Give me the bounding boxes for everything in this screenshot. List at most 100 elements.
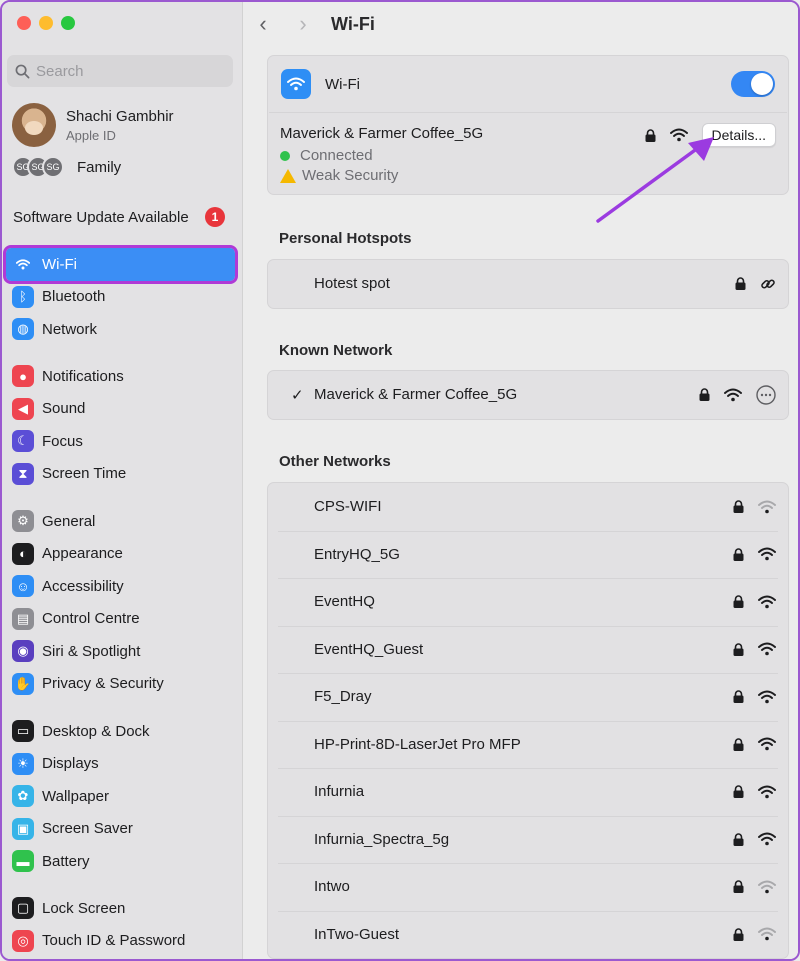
minimize-window-button[interactable] (39, 16, 53, 30)
sidebar-item-label: Screen Saver (42, 820, 133, 838)
sidebar-item-touch-id-password[interactable]: ◎ Touch ID & Password (2, 925, 243, 958)
network-row[interactable]: Infurnia (268, 768, 788, 816)
flower-icon: ✿ (12, 785, 34, 808)
sidebar-item-label: Lock Screen (42, 899, 126, 917)
sidebar-group-notifications: ● Notifications ◀ Sound ☾ Focus ⧗ Screen Time (2, 360, 243, 490)
traffic-lights (17, 16, 75, 30)
network-row[interactable]: CPS-WIFI (268, 483, 788, 531)
network-row[interactable]: HP-Print-8D-LaserJet Pro MFP (268, 720, 788, 769)
sidebar-item-displays[interactable]: ☀ Displays (2, 748, 243, 781)
sidebar-item-network[interactable]: ◍ Network (2, 313, 243, 346)
connected-network: Maverick & Farmer Coffee_5G Connected We… (268, 113, 788, 193)
sidebar-item-sound[interactable]: ◀ Sound (2, 393, 243, 426)
sidebar-item-control-centre[interactable]: ▤ Control Centre (2, 603, 243, 636)
sidebar-group-network: Wi-Fi ᛒ Bluetooth ◍ Network (2, 245, 243, 346)
wifi-toggle[interactable] (731, 71, 775, 97)
wifi-icon (281, 69, 311, 99)
dock-icon: ▭ (12, 720, 34, 743)
lock-icon (733, 643, 744, 656)
known-networks-list: ✓ Maverick & Farmer Coffee_5G (267, 370, 789, 420)
zoom-window-button[interactable] (61, 16, 75, 30)
sidebar-item-label: Desktop & Dock (42, 722, 150, 740)
network-row[interactable]: Infurnia_Spectra_5g (268, 815, 788, 864)
apple-id-profile[interactable]: Shachi Gambhir Apple ID (12, 103, 174, 147)
network-name: InTwo-Guest (314, 925, 400, 943)
network-name: EventHQ_Guest (314, 640, 424, 658)
family-item[interactable]: SG SG SG Family (12, 156, 121, 178)
sidebar-item-wallpaper[interactable]: ✿ Wallpaper (2, 780, 243, 813)
lock-icon (733, 880, 744, 894)
sidebar: Shachi Gambhir Apple ID SG SG SG Family … (2, 2, 243, 959)
network-name: CPS-WIFI (314, 498, 382, 516)
search-input[interactable] (36, 62, 216, 80)
search-field[interactable] (7, 55, 233, 87)
page-title: Wi-Fi (331, 13, 375, 34)
wifi-signal-icon (758, 880, 776, 894)
network-name: Hotest spot (314, 275, 390, 293)
connection-status-label: Connected (300, 147, 373, 164)
sidebar-item-appearance[interactable]: ◐ Appearance (2, 538, 243, 571)
siri-icon: ◉ (12, 640, 34, 663)
network-name: EntryHQ_5G (314, 545, 400, 563)
warning-icon (280, 168, 296, 183)
hotspots-list: Hotest spot (267, 259, 789, 309)
details-button[interactable]: Details... (701, 123, 776, 147)
sidebar-group-general: ⚙ General ◐ Appearance ☺ Accessibility ▤ Contro… (2, 505, 243, 700)
sidebar-item-battery[interactable]: ▬ Battery (2, 845, 243, 878)
known-network-row[interactable]: ✓ Maverick & Farmer Coffee_5G (268, 371, 788, 419)
network-name: F5_Dray (314, 688, 372, 706)
fingerprint-icon: ◎ (12, 929, 34, 952)
network-row[interactable]: InTwo-Guest (268, 910, 788, 959)
sidebar-item-label: Battery (42, 852, 90, 870)
gear-icon: ⚙ (12, 510, 34, 533)
software-update-item[interactable]: Software Update Available 1 (13, 207, 225, 227)
sidebar-item-general[interactable]: ⚙ General (2, 505, 243, 538)
network-name: Infurnia_Spectra_5g (314, 830, 450, 848)
control-centre-icon: ▤ (12, 607, 34, 630)
network-name: Intwo (314, 878, 350, 896)
sidebar-item-bluetooth[interactable]: ᛒ Bluetooth (2, 281, 243, 314)
wifi-signal-icon (758, 927, 776, 941)
back-button[interactable]: ‹ (243, 11, 283, 37)
more-options-icon[interactable] (756, 385, 776, 405)
network-row[interactable]: Intwo (268, 863, 788, 911)
sidebar-item-notifications[interactable]: ● Notifications (2, 360, 243, 393)
network-row[interactable]: EventHQ (268, 578, 788, 626)
network-row[interactable]: F5_Dray (268, 673, 788, 721)
forward-button[interactable]: › (283, 11, 323, 37)
sidebar-item-screen-saver[interactable]: ▣ Screen Saver (2, 813, 243, 846)
network-row[interactable]: EventHQ_Guest (268, 625, 788, 674)
close-window-button[interactable] (17, 16, 31, 30)
sidebar-item-label: Accessibility (42, 577, 124, 595)
sidebar-item-focus[interactable]: ☾ Focus (2, 425, 243, 458)
sidebar-item-wi-fi[interactable]: Wi-Fi (3, 245, 238, 284)
sidebar-item-screen-time[interactable]: ⧗ Screen Time (2, 458, 243, 491)
wifi-card: Wi-Fi Maverick & Farmer Coffee_5G Connec… (267, 55, 789, 195)
wifi-signal-icon (724, 388, 742, 402)
wifi-signal-icon (758, 690, 776, 704)
sidebar-item-desktop-dock[interactable]: ▭ Desktop & Dock (2, 715, 243, 748)
sidebar-item-label: Touch ID & Password (42, 932, 186, 950)
network-row[interactable]: EntryHQ_5G (268, 530, 788, 579)
sidebar-item-accessibility[interactable]: ☺ Accessibility (2, 570, 243, 603)
family-label: Family (77, 158, 122, 176)
lock-icon (735, 277, 746, 291)
bell-icon: ● (12, 365, 34, 388)
sidebar-item-label: Privacy & Security (42, 675, 164, 693)
lock-icon (733, 548, 744, 561)
lock-icon (733, 690, 744, 704)
wifi-signal-icon (758, 737, 776, 751)
globe-icon: ◍ (12, 318, 34, 341)
other-networks-heading: Other Networks (279, 453, 391, 470)
sidebar-item-lock-screen[interactable]: ▢ Lock Screen (2, 892, 243, 925)
lock-icon (733, 928, 744, 941)
lock-icon (733, 738, 744, 751)
hand-icon: ✋ (12, 672, 34, 695)
sidebar-item-label: Control Centre (42, 610, 140, 628)
network-name: HP-Print-8D-LaserJet Pro MFP (314, 735, 521, 753)
sidebar-item-label: Siri & Spotlight (42, 642, 141, 660)
sun-icon: ☀ (12, 752, 34, 775)
hotspot-row[interactable]: Hotest spot (268, 260, 788, 308)
sidebar-item-siri-spotlight[interactable]: ◉ Siri & Spotlight (2, 635, 243, 668)
sidebar-item-privacy-security[interactable]: ✋ Privacy & Security (2, 668, 243, 701)
